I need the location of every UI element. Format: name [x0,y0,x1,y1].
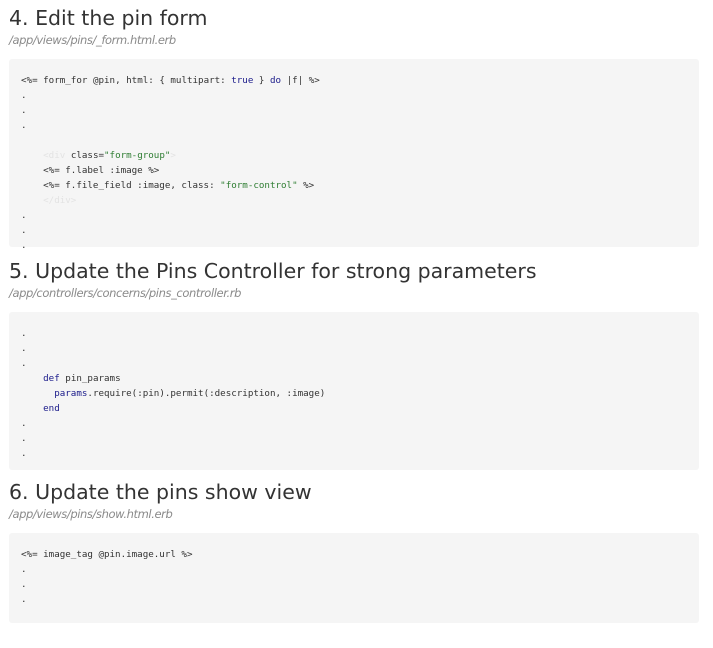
code-token: <%= f.label :image %> [43,165,160,176]
code-line: . [21,592,687,607]
code-token: . [21,594,27,605]
step-section-update-controller: 5. Update the Pins Controller for strong… [9,257,699,470]
code-token: . [21,358,27,369]
code-line: . [21,356,687,371]
code-line: . [21,577,687,592]
code-token: pin_params [59,373,121,384]
file-path: /app/views/pins/show.html.erb [9,507,173,521]
step-title: 5. Update the Pins Controller for strong… [9,259,537,283]
code-token: .require(:pin).permit(:description, :ima… [87,388,326,399]
code-token: . [21,328,27,339]
code-line: . [21,431,687,446]
code-token: . [21,448,27,459]
code-line: . [21,446,687,461]
code-token: . [21,210,27,221]
code-token: . [21,418,27,429]
code-token: . [21,90,27,101]
code-line: <%= f.file_field :image, class: "form-co… [21,178,687,193]
code-block[interactable]: <%= form_for @pin, html: { multipart: tr… [9,59,699,251]
code-token: <div [43,150,71,161]
code-token: end [43,403,60,414]
code-token: . [21,105,27,116]
code-line: . [21,416,687,431]
code-block[interactable]: ... def pin_params params.require(:pin).… [9,312,699,470]
code-token: |f| %> [281,75,320,86]
step-title: 6. Update the pins show view [9,480,312,504]
code-token: "form-group" [104,150,171,161]
code-line: . [21,103,687,118]
file-path: /app/controllers/concerns/pins_controlle… [9,286,241,300]
code-token: } [253,75,270,86]
file-path: /app/views/pins/_form.html.erb [9,33,176,47]
code-block[interactable]: <%= image_tag @pin.image.url %>... [9,533,699,623]
code-token: do [269,75,282,86]
code-token: form_for [43,75,88,86]
code-line: . [21,88,687,103]
code-token: <%= f.file_field :image, class: [43,180,221,191]
step-section-edit-pin-form: 4. Edit the pin form /app/views/pins/_fo… [9,4,699,251]
code-line: end [21,401,687,416]
code-token: params [54,388,88,399]
code-token: . [21,343,27,354]
code-token: @pin, html: { multipart: [87,75,232,86]
code-line: . [21,326,687,341]
code-token: %> [297,180,315,191]
code-token: class= [70,150,105,161]
code-line: <div class="form-group"> [21,148,687,163]
code-line: . [21,562,687,577]
code-line: def pin_params [21,371,687,386]
code-token: </div> [43,195,77,206]
code-line: <%= image_tag @pin.image.url %> [21,547,687,562]
code-line: <%= form_for @pin, html: { multipart: tr… [21,73,687,88]
code-token: > [170,150,176,161]
code-token: . [21,225,27,236]
code-line: . [21,118,687,133]
code-line: </div> [21,193,687,208]
code-line: . [21,208,687,223]
code-line: <%= f.label :image %> [21,163,687,178]
code-token: . [21,433,27,444]
code-token: . [21,240,27,251]
code-token: <%= [21,75,44,86]
code-line: . [21,223,687,238]
code-line: . [21,341,687,356]
code-token: true [231,75,254,86]
step-section-update-show-view: 6. Update the pins show view /app/views/… [9,478,699,623]
code-token: <%= image_tag @pin.image.url %> [21,549,193,560]
code-token: . [21,564,27,575]
code-token: "form-control" [220,180,298,191]
code-token: . [21,120,27,131]
code-token: . [21,579,27,590]
step-title: 4. Edit the pin form [9,6,208,30]
code-line: params.require(:pin).permit(:description… [21,386,687,401]
code-token: def [43,373,60,384]
tutorial-page: 4. Edit the pin form /app/views/pins/_fo… [0,4,713,623]
code-line: . [21,238,687,253]
